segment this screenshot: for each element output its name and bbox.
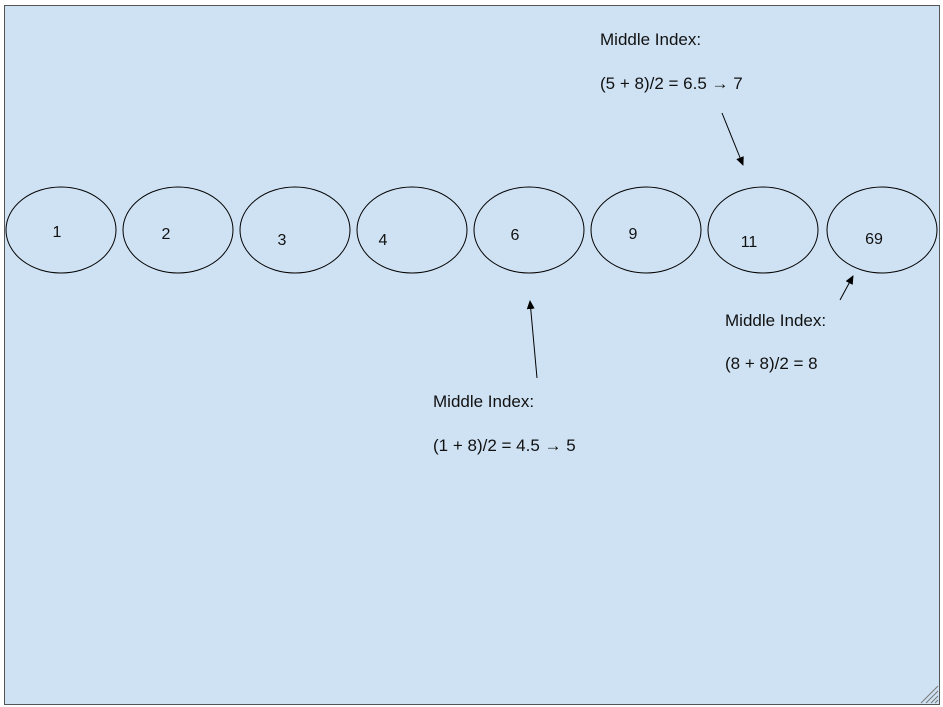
annotation-middle-index-7: Middle Index: (5 + 8)/2 = 6.5 → 7 [600,30,744,166]
annotation-heading: Middle Index: [725,311,826,330]
array-node-1[interactable]: 1 [5,186,117,274]
resize-grip-icon[interactable] [920,685,939,704]
node-value: 11 [741,234,758,251]
node-ellipse [826,186,938,274]
annotation-heading: Middle Index: [600,30,701,49]
array-node-8[interactable]: 69 [826,186,938,274]
node-value: 2 [162,226,171,243]
node-value: 1 [53,224,62,241]
annotation-arrow [526,300,538,379]
node-value: 6 [511,227,520,244]
node-ellipse [590,186,702,274]
array-node-6[interactable]: 9 [590,186,702,274]
annotation-formula: (5 + 8)/2 = 6.5 → 7 [600,74,743,93]
binary-search-diagram: 1 2 3 4 6 9 11 69 Middle Index: (5 + 8)/… [5,30,939,704]
annotation-formula: (8 + 8)/2 = 8 [725,354,818,373]
node-ellipse [122,186,234,274]
array-node-3[interactable]: 3 [239,186,351,274]
annotation-formula: (1 + 8)/2 = 4.5 → 5 [433,436,576,455]
annotation-middle-index-5: Middle Index: (1 + 8)/2 = 4.5 → 5 [433,300,576,455]
array-node-7[interactable]: 11 [707,186,819,274]
node-value: 9 [629,226,638,243]
array-nodes: 1 2 3 4 6 9 11 69 [5,186,938,274]
array-node-4[interactable]: 4 [356,186,468,274]
node-value: 3 [278,232,287,249]
array-node-5[interactable]: 6 [473,186,585,274]
annotation-arrow [839,275,854,301]
array-node-2[interactable]: 2 [122,186,234,274]
node-ellipse [239,186,351,274]
node-ellipse [707,186,819,274]
node-value: 69 [865,231,883,248]
annotation-middle-index-8: Middle Index: (8 + 8)/2 = 8 [725,275,854,373]
annotation-heading: Middle Index: [433,392,534,411]
node-ellipse [473,186,585,274]
annotation-arrow [721,112,744,166]
node-value: 4 [379,232,388,249]
node-ellipse [356,186,468,274]
